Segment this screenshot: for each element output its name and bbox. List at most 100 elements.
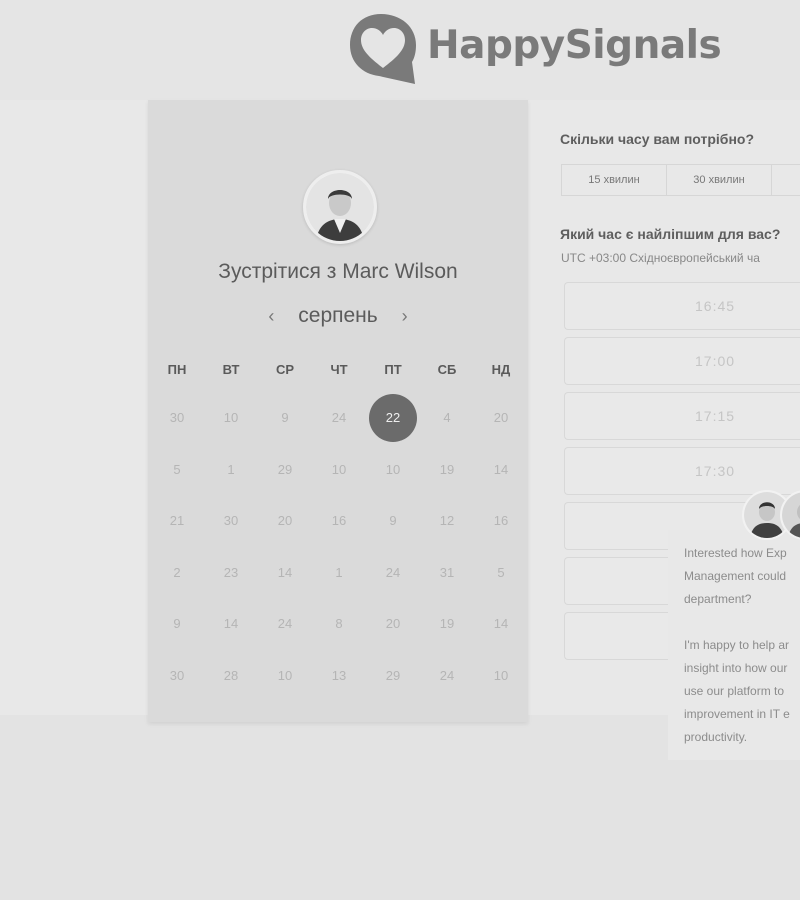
meeting-title: Зустрітися з Marc Wilson [218,260,458,283]
calendar-day[interactable]: 19 [420,444,474,496]
weekday-sun: НД [491,362,511,377]
duration-more-button[interactable] [771,165,800,195]
calendar-day[interactable]: 1 [312,547,366,599]
calendar-day-number: 31 [439,564,455,580]
time-slot[interactable]: 17:00 [564,337,800,385]
calendar-day[interactable]: 23 [204,547,258,599]
heart-bubble-icon [348,12,418,86]
calendar-day[interactable]: 10 [258,650,312,702]
calendar-day-number: 14 [277,564,293,580]
calendar-day[interactable]: 5 [474,547,528,599]
calendar-day[interactable]: 8 [312,598,366,650]
calendar-week-row: 5 1 29 10 10 19 14 [150,444,528,496]
weekday-thu: ЧТ [330,362,348,377]
timezone-label[interactable]: UTC +03:00 Східноєвропейський ча [561,251,760,265]
calendar-day-number: 20 [493,410,509,426]
calendar-day[interactable]: 20 [366,598,420,650]
duration-15-button[interactable]: 15 хвилин [561,165,666,195]
calendar-day-number: 14 [223,616,239,632]
calendar-day-number: 24 [277,616,293,632]
calendar-day[interactable]: 10 [474,650,528,702]
duration-30-button[interactable]: 30 хвилин [666,165,771,195]
calendar-day[interactable]: 9 [258,392,312,444]
calendar-day-number: 24 [439,667,455,683]
calendar-day[interactable]: 9 [150,598,204,650]
calendar-day-number: 10 [331,461,347,477]
time-slot[interactable]: 17:30 [564,447,800,495]
calendar-day[interactable]: 10 [204,392,258,444]
calendar-day-number: 16 [493,513,509,529]
calendar-day-number: 19 [439,616,455,632]
calendar-day-number: 1 [335,564,343,580]
calendar-day[interactable]: 10 [312,444,366,496]
weekday-fri: ПТ [384,362,402,377]
calendar-day[interactable]: 10 [366,444,420,496]
calendar-day[interactable]: 16 [312,495,366,547]
time-slot[interactable]: 16:45 [564,282,800,330]
weekday-header: ПН ВТ СР ЧТ ПТ СБ НД [150,362,528,377]
calendar-day[interactable]: 13 [312,650,366,702]
calendar-day-number: 20 [277,513,293,529]
calendar-day-number: 2 [173,564,181,580]
calendar-day-number: 5 [497,564,505,580]
day-grid: 30 10 9 24 22 4 20 5 1 29 10 10 19 14 21 30 20 16 9 12 16 2 23… [150,392,528,701]
calendar-day-number: 24 [331,410,347,426]
calendar-day-number: 10 [493,667,509,683]
calendar-day[interactable]: 12 [420,495,474,547]
brand-logo[interactable]: HappySignals [348,12,722,86]
weekday-tue: ВТ [222,362,240,377]
calendar-day-number: 9 [173,616,181,632]
weekday-sat: СБ [437,362,457,377]
duration-question: Скільки часу вам потрібно? [560,131,755,147]
calendar-day-number: 10 [277,667,293,683]
calendar-day-number: 8 [335,616,343,632]
calendar-day[interactable]: 30 [150,392,204,444]
calendar-day[interactable]: 20 [258,495,312,547]
calendar-day[interactable]: 28 [204,650,258,702]
calendar-day[interactable]: 14 [474,444,528,496]
chat-agent-avatars [742,490,800,540]
calendar-day[interactable]: 4 [420,392,474,444]
calendar-day[interactable]: 5 [150,444,204,496]
calendar-day[interactable]: 9 [366,495,420,547]
time-slot[interactable]: 17:15 [564,392,800,440]
calendar-day-number: 22 [369,393,417,442]
duration-options: 15 хвилин 30 хвилин [561,164,800,196]
calendar-day[interactable]: 29 [366,650,420,702]
calendar-day[interactable]: 1 [204,444,258,496]
calendar-day[interactable]: 30 [204,495,258,547]
calendar-day[interactable]: 24 [258,598,312,650]
calendar-day[interactable]: 24 [366,547,420,599]
calendar-day[interactable]: 2 [150,547,204,599]
month-navigation: ‹ серпень › [148,304,528,328]
next-month-icon[interactable]: › [388,306,422,327]
calendar-day-number: 30 [169,410,185,426]
calendar-day-number: 28 [223,667,239,683]
month-label: серпень [298,304,378,327]
calendar-day[interactable]: 21 [150,495,204,547]
calendar-day-number: 29 [277,461,293,477]
calendar-day[interactable]: 14 [204,598,258,650]
calendar-day-number: 10 [223,410,239,426]
calendar-day[interactable]: 31 [420,547,474,599]
calendar-day[interactable]: 30 [150,650,204,702]
calendar-day-number: 4 [443,410,451,426]
time-question: Який час є найліпшим для вас? [560,226,781,242]
calendar-day[interactable]: 24 [420,650,474,702]
calendar-day[interactable]: 20 [474,392,528,444]
calendar-day-number: 30 [169,667,185,683]
calendar-day-selected[interactable]: 22 [366,392,420,444]
calendar-week-row: 21 30 20 16 9 12 16 [150,495,528,547]
calendar-day-number: 16 [331,513,347,529]
calendar-day[interactable]: 14 [258,547,312,599]
calendar-day[interactable]: 24 [312,392,366,444]
calendar-day[interactable]: 19 [420,598,474,650]
calendar-day[interactable]: 14 [474,598,528,650]
host-avatar [303,170,377,244]
calendar-day-number: 9 [281,410,289,426]
calendar-day[interactable]: 29 [258,444,312,496]
calendar-day-number: 21 [169,513,185,529]
prev-month-icon[interactable]: ‹ [254,306,288,327]
calendar-day-number: 14 [493,461,509,477]
calendar-day[interactable]: 16 [474,495,528,547]
